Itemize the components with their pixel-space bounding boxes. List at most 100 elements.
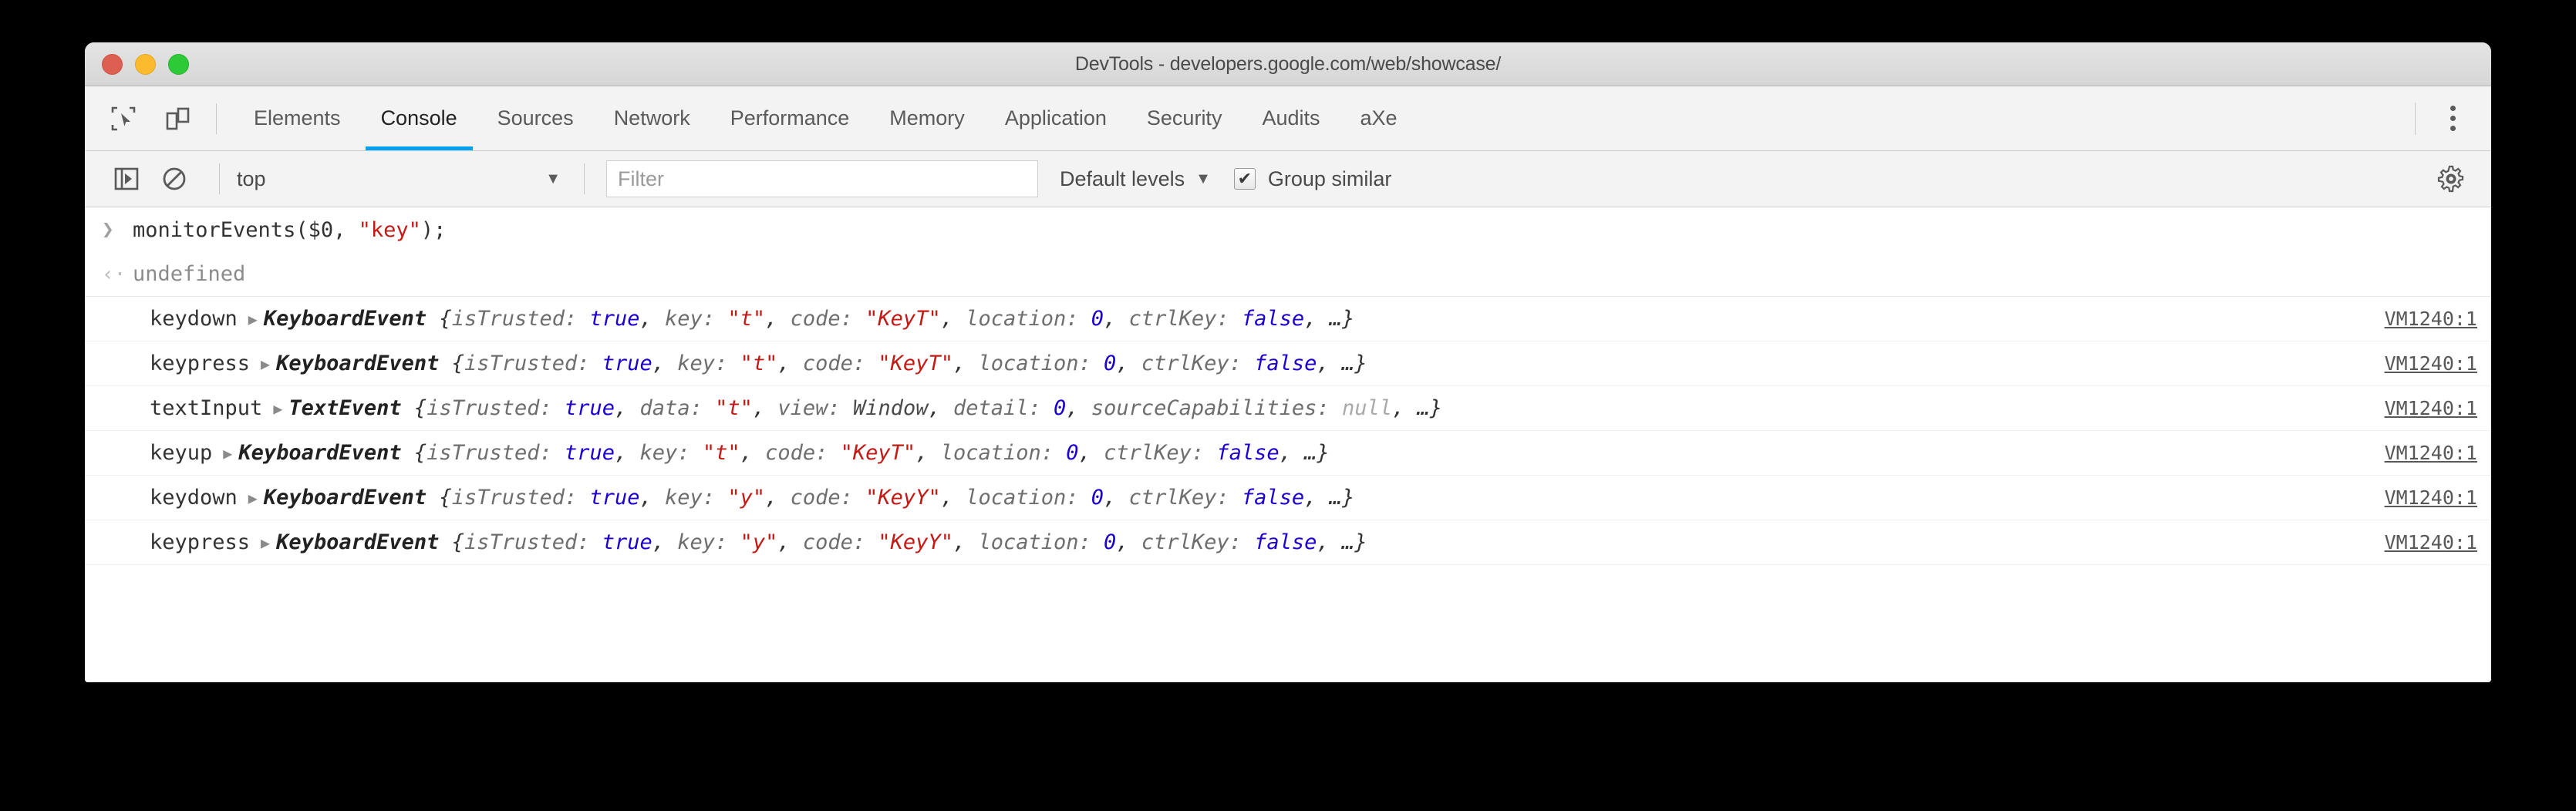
tabbar-right-group — [2415, 86, 2491, 150]
property-separator: , — [652, 530, 678, 554]
expand-triangle-icon[interactable]: ▶ — [261, 535, 270, 550]
console-sidebar-icon[interactable] — [106, 159, 147, 199]
property-separator: , — [652, 352, 678, 375]
property-key: code: — [803, 530, 878, 554]
expand-triangle-icon[interactable]: ▶ — [223, 446, 232, 461]
property-separator: , — [1116, 352, 1141, 375]
object-open-brace: { — [427, 486, 452, 510]
group-similar-checkbox[interactable]: ✔ — [1234, 168, 1256, 190]
tab-label: Console — [381, 106, 457, 130]
inspect-element-icon[interactable] — [106, 102, 140, 136]
property-key: sourceCapabilities: — [1091, 396, 1342, 420]
tab-axe[interactable]: aXe — [1340, 86, 1418, 150]
object-close-brace: , …} — [1317, 530, 1367, 554]
property-key: key: — [677, 352, 740, 375]
property-value: true — [565, 441, 615, 465]
property-value: Window — [853, 396, 929, 420]
source-location-link[interactable]: VM1240:1 — [2362, 486, 2477, 509]
property-separator: , — [953, 352, 979, 375]
console-input-line[interactable]: ❯ monitorEvents($0, "key"); — [85, 207, 2491, 252]
console-log-row[interactable]: keydown▶KeyboardEvent {isTrusted: true, … — [85, 476, 2491, 520]
tab-label: aXe — [1360, 106, 1398, 130]
property-key: detail: — [953, 396, 1054, 420]
property-key: ctrlKey: — [1104, 441, 1216, 465]
filter-input[interactable]: Filter — [606, 160, 1038, 197]
tab-console[interactable]: Console — [361, 86, 477, 150]
tab-application[interactable]: Application — [985, 86, 1127, 150]
property-key: key: — [640, 441, 703, 465]
console-log-row[interactable]: keypress▶KeyboardEvent {isTrusted: true,… — [85, 520, 2491, 565]
console-log-row[interactable]: textInput▶TextEvent {isTrusted: true, da… — [85, 386, 2491, 431]
expand-triangle-icon[interactable]: ▶ — [248, 311, 258, 327]
source-location-link[interactable]: VM1240:1 — [2362, 397, 2477, 419]
tab-network[interactable]: Network — [594, 86, 710, 150]
tab-memory[interactable]: Memory — [869, 86, 985, 150]
input-code-post: ); — [421, 218, 447, 242]
tab-label: Network — [614, 106, 690, 130]
property-value: 0 — [1066, 441, 1078, 465]
property-separator: , — [640, 307, 666, 331]
console-log-row[interactable]: keyup▶KeyboardEvent {isTrusted: true, ke… — [85, 431, 2491, 476]
property-value: "y" — [727, 486, 765, 510]
group-similar-toggle[interactable]: ✔ Group similar — [1234, 167, 1392, 191]
property-value: "t" — [715, 396, 753, 420]
console-log-row[interactable]: keypress▶KeyboardEvent {isTrusted: true,… — [85, 342, 2491, 386]
minimize-window-button[interactable] — [135, 54, 156, 75]
source-location-link[interactable]: VM1240:1 — [2362, 531, 2477, 554]
source-location-link[interactable]: VM1240:1 — [2362, 352, 2477, 375]
property-key: view: — [777, 396, 853, 420]
source-location-link[interactable]: VM1240:1 — [2362, 442, 2477, 464]
log-levels-select[interactable]: Default levels ▼ — [1060, 167, 1211, 191]
input-code-pre: monitorEvents($0, — [133, 218, 359, 242]
maximize-window-button[interactable] — [168, 54, 189, 75]
property-separator: , — [615, 441, 640, 465]
console-log-rows: keydown▶KeyboardEvent {isTrusted: true, … — [85, 297, 2491, 565]
property-separator: , — [1104, 486, 1129, 510]
event-object-preview: KeyboardEvent {isTrusted: true, key: "y"… — [276, 530, 1367, 554]
property-separator: , — [928, 396, 953, 420]
tab-elements[interactable]: Elements — [234, 86, 361, 150]
expand-triangle-icon[interactable]: ▶ — [261, 356, 270, 372]
property-value: "t" — [703, 441, 740, 465]
more-options-icon[interactable] — [2436, 102, 2470, 136]
property-key: code: — [803, 352, 878, 375]
console-log-row[interactable]: keydown▶KeyboardEvent {isTrusted: true, … — [85, 297, 2491, 342]
console-input-expression: monitorEvents($0, "key"); — [133, 218, 446, 242]
input-prompt-icon: ❯ — [99, 218, 133, 241]
expand-triangle-icon[interactable]: ▶ — [273, 401, 282, 416]
console-result-value: undefined — [133, 262, 245, 286]
event-name: textInput — [150, 396, 262, 420]
chevron-down-icon: ▼ — [545, 170, 561, 188]
close-window-button[interactable] — [102, 54, 123, 75]
property-value: "t" — [740, 352, 778, 375]
object-constructor: KeyboardEvent — [264, 486, 427, 510]
execution-context-value: top — [237, 167, 266, 191]
tab-security[interactable]: Security — [1127, 86, 1242, 150]
property-separator: , — [765, 486, 791, 510]
property-key: key: — [665, 486, 727, 510]
object-open-brace: { — [439, 352, 464, 375]
property-value: false — [1242, 486, 1304, 510]
property-value: 0 — [1054, 396, 1066, 420]
execution-context-select[interactable]: top ▼ — [237, 167, 567, 191]
chevron-down-icon: ▼ — [1195, 170, 1211, 188]
device-toolbar-icon[interactable] — [160, 102, 194, 136]
object-constructor: KeyboardEvent — [276, 352, 439, 375]
tab-performance[interactable]: Performance — [710, 86, 870, 150]
tab-label: Performance — [730, 106, 850, 130]
property-value: 0 — [1091, 486, 1104, 510]
property-key: isTrusted: — [464, 530, 602, 554]
source-location-link[interactable]: VM1240:1 — [2362, 308, 2477, 330]
property-key: location: — [966, 486, 1091, 510]
clear-console-icon[interactable] — [154, 159, 194, 199]
expand-triangle-icon[interactable]: ▶ — [248, 490, 258, 506]
property-separator: , — [1066, 396, 1091, 420]
property-key: ctrlKey: — [1129, 486, 1242, 510]
tab-sources[interactable]: Sources — [477, 86, 594, 150]
settings-gear-icon[interactable] — [2433, 160, 2470, 197]
property-separator: , — [915, 441, 941, 465]
console-output[interactable]: ❯ monitorEvents($0, "key"); ‹· undefined… — [85, 207, 2491, 682]
event-object-preview: KeyboardEvent {isTrusted: true, key: "t"… — [264, 307, 1354, 331]
object-constructor: KeyboardEvent — [264, 307, 427, 331]
tab-audits[interactable]: Audits — [1242, 86, 1340, 150]
